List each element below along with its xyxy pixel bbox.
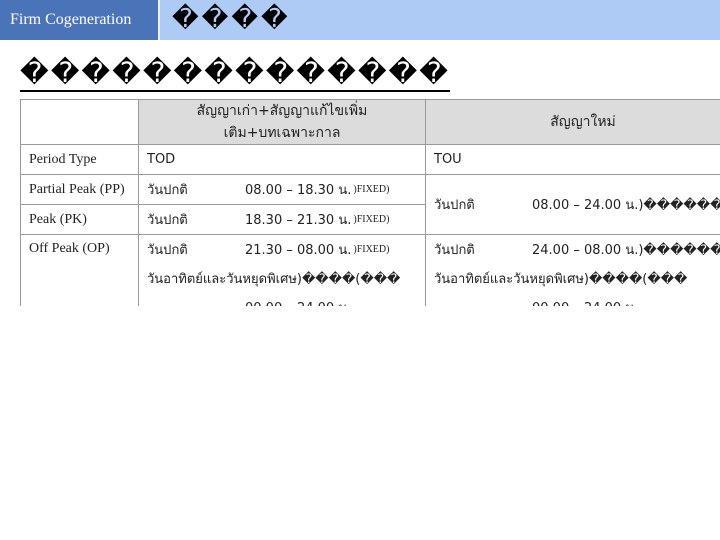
period-table-image: สัญญาเก่า+สัญญาแก้ไขเพิ่มเติม+บทเฉพาะกาล…: [20, 99, 720, 306]
old-op-tag: )FIXED): [353, 244, 390, 255]
period-type-label: Period Type: [20, 144, 139, 175]
new-op-cell: วันปกติ 24.00 – 08.00 น.)������ วันอาทิต…: [425, 234, 720, 306]
new-op-holiday-time: 00.00 – 24.00 น.: [532, 297, 638, 306]
period-pp-label: Partial Peak (PP): [20, 174, 139, 205]
old-pk-cell: วันปกติ 18.30 – 21.30 น. )FIXED): [138, 204, 426, 235]
brand-label: Firm Cogeneration: [0, 0, 160, 40]
new-op-holiday: วันอาทิตย์และวันหยุดพิเศษ)����(���: [434, 272, 688, 287]
table-header-row: สัญญาเก่า+สัญญาแก้ไขเพิ่มเติม+บทเฉพาะกาล…: [20, 99, 720, 145]
old-op-holiday: วันอาทิตย์และวันหยุดพิเศษ)����(���: [147, 272, 401, 287]
slide-title: ��������������: [20, 56, 450, 92]
old-type-value: TOD: [138, 144, 426, 175]
new-pp-pk-time: 08.00 – 24.00 น.)������: [532, 198, 720, 213]
period-pk-label: Peak (PK): [20, 204, 139, 235]
old-pk-time: 18.30 – 21.30 น.: [245, 213, 352, 228]
old-pp-day: วันปกติ: [147, 183, 188, 198]
top-bar: Firm Cogeneration ����: [0, 0, 720, 40]
old-pp-time: 08.00 – 18.30 น.: [245, 183, 352, 198]
old-pp-cell: วันปกติ 08.00 – 18.30 น. )FIXED): [138, 174, 426, 205]
new-pp-pk-day: วันปกติ: [434, 198, 475, 213]
old-op-holiday-time: 00.00 – 24.00 น.: [245, 297, 351, 306]
period-table: สัญญาเก่า+สัญญาแก้ไขเพิ่มเติม+บทเฉพาะกาล…: [20, 99, 720, 306]
new-op-day: วันปกติ: [434, 243, 475, 258]
old-op-time: 21.30 – 08.00 น.: [245, 243, 352, 258]
header-cell-empty: [20, 99, 139, 145]
table-row: Period Type TOD TOU: [20, 144, 720, 175]
old-pk-day: วันปกติ: [147, 213, 188, 228]
period-op-label: Off Peak (OP): [20, 234, 139, 306]
old-op-day: วันปกติ: [147, 243, 188, 258]
table-row: Partial Peak (PP) วันปกติ 08.00 – 18.30 …: [20, 174, 720, 235]
old-op-cell: วันปกติ 21.30 – 08.00 น. )FIXED) วันอาทิ…: [138, 234, 426, 306]
header-cell-new-contract: สัญญาใหม่: [425, 99, 720, 145]
header-cell-old-contract: สัญญาเก่า+สัญญาแก้ไขเพิ่มเติม+บทเฉพาะกาล: [138, 99, 426, 145]
old-pp-tag: )FIXED): [353, 184, 390, 195]
table-row: Off Peak (OP) วันปกติ 21.30 – 08.00 น. )…: [20, 234, 720, 306]
new-type-value: TOU: [425, 144, 720, 175]
header-title: ����: [172, 4, 291, 34]
new-op-time: 24.00 – 08.00 น.)������: [532, 243, 720, 258]
old-pk-tag: )FIXED): [353, 214, 390, 225]
new-pp-pk-cell: วันปกติ 08.00 – 24.00 น.)������: [425, 174, 720, 235]
